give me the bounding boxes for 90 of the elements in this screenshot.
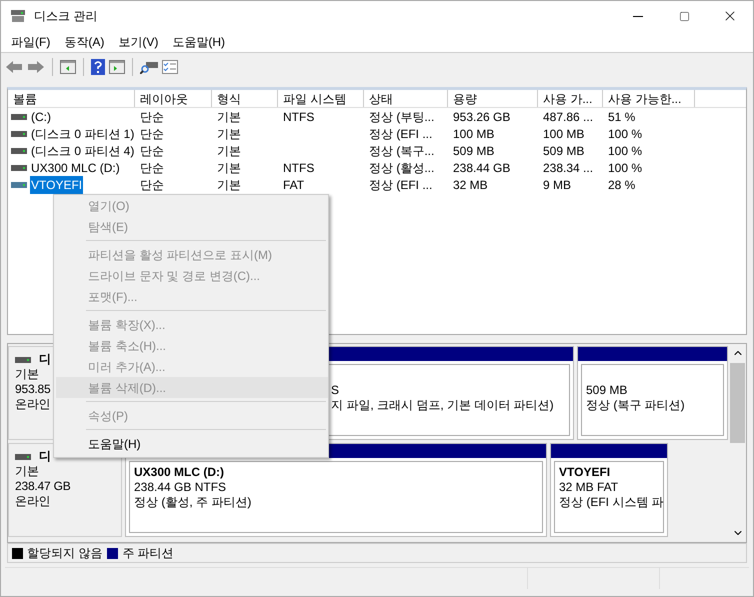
menu-item[interactable]: 동작(A) — [57, 32, 112, 50]
menu-item[interactable]: 파일(F) — [4, 32, 58, 50]
partition-detail: S — [331, 383, 340, 398]
app-icon — [10, 9, 26, 23]
drive-icon — [11, 164, 27, 172]
partition-detail: 32 MB FAT — [559, 480, 620, 495]
table-cell: 100 MB — [453, 126, 494, 140]
table-cell: 32 MB — [453, 178, 488, 192]
drive-icon — [15, 452, 31, 460]
disk-label: 디 — [39, 449, 51, 464]
back-icon[interactable] — [5, 60, 23, 74]
table-cell: 기본 — [217, 160, 241, 174]
partition-detail: 238.44 GB NTFS — [134, 480, 228, 495]
table-cell: 정상 (복구... — [369, 144, 434, 158]
table-cell: 509 MB — [543, 144, 584, 158]
table-cell: 정상 (부팅... — [369, 110, 434, 124]
disk-type: 기본 — [15, 464, 39, 479]
disk-size: 953.85 — [15, 382, 51, 397]
panel-icon[interactable] — [109, 60, 125, 74]
table-cell: 기본 — [217, 126, 241, 140]
drive-icon — [15, 356, 31, 364]
volume-name[interactable]: UX300 MLC (D:) — [30, 158, 121, 176]
table-cell: 509 MB — [453, 144, 494, 158]
table-cell: 단순 — [140, 110, 164, 124]
disk-label: 디 — [39, 352, 51, 367]
legend-label: 주 파티션 — [122, 545, 174, 562]
drive-icon — [11, 112, 27, 120]
partition-block[interactable]: VTOYEFI 32 MB FAT 정상 (EFI 시스템 파 — [550, 443, 668, 537]
table-cell: 100 % — [608, 160, 642, 174]
partition-name: UX300 MLC (D:) — [134, 465, 226, 480]
table-cell: 100 % — [608, 126, 642, 140]
checklist-icon[interactable] — [162, 60, 178, 74]
volume-name[interactable]: VTOYEFI — [30, 176, 84, 194]
legend-label: 할당되지 않음 — [27, 545, 102, 562]
window-title: 디스크 관리 — [34, 8, 98, 25]
disk-type: 기본 — [15, 367, 39, 382]
disk-status: 온라인 — [15, 397, 50, 412]
table-cell: 238.34 ... — [543, 160, 594, 174]
table-cell: 953.26 GB — [453, 110, 510, 124]
table-cell: 51 % — [608, 110, 636, 124]
table-cell: 단순 — [140, 126, 164, 140]
table-cell: 단순 — [140, 144, 164, 158]
disk-status: 온라인 — [15, 494, 50, 509]
table-cell: 100 MB — [543, 126, 584, 140]
menu-item[interactable]: 도움말(H) — [165, 32, 232, 50]
forward-icon[interactable] — [27, 60, 45, 74]
drive-icon — [11, 180, 27, 188]
table-cell: NTFS — [283, 110, 314, 124]
partition-name: VTOYEFI — [559, 465, 612, 480]
table-cell: 238.44 GB — [453, 160, 510, 174]
column-header[interactable]: 상태 — [364, 90, 448, 107]
partition-detail: 509 MB — [586, 383, 628, 398]
maximize-icon — [678, 10, 690, 22]
panel-icon[interactable] — [60, 60, 76, 74]
column-header[interactable]: 볼륨 — [8, 90, 135, 107]
table-cell: NTFS — [283, 160, 314, 174]
column-header[interactable]: 사용 가... — [538, 90, 603, 107]
table-cell: 9 MB — [543, 178, 572, 192]
scrollbar[interactable] — [729, 344, 746, 542]
column-header[interactable]: 용량 — [448, 90, 538, 107]
partition-status: 정상 (활성, 주 파티션) — [134, 495, 252, 510]
partition-status: 정상 (복구 파티션) — [586, 398, 686, 413]
drive-icon — [11, 130, 27, 138]
drive-icon — [11, 146, 27, 154]
partition-block[interactable]: 509 MB 정상 (복구 파티션) — [577, 346, 728, 440]
volume-name[interactable]: (디스크 0 파티션 1) — [30, 124, 136, 142]
partition-status: 지 파일, 크래시 덤프, 기본 데이터 파티션) — [331, 398, 555, 413]
drive-search-icon[interactable] — [140, 60, 158, 74]
table-cell: 단순 — [140, 160, 164, 174]
menu-item[interactable]: 보기(V) — [111, 32, 166, 50]
table-cell: 기본 — [217, 110, 241, 124]
help-icon[interactable] — [91, 59, 105, 75]
column-header[interactable]: 형식 — [212, 90, 278, 107]
table-cell: 단순 — [140, 178, 164, 192]
volume-name[interactable]: (C:) — [30, 108, 52, 126]
table-cell: 28 % — [608, 178, 636, 192]
column-header[interactable]: 레이아웃 — [135, 90, 212, 107]
table-cell: FAT — [283, 178, 304, 192]
table-cell: 100 % — [608, 144, 642, 158]
volume-name[interactable]: (디스크 0 파티션 4) — [30, 142, 136, 160]
partition-status: 정상 (EFI 시스템 파 — [559, 495, 663, 510]
table-cell: 기본 — [217, 178, 241, 192]
table-cell: 487.86 ... — [543, 110, 594, 124]
table-cell: 기본 — [217, 144, 241, 158]
table-cell: 정상 (활성... — [369, 160, 434, 174]
table-cell: 정상 (EFI ... — [369, 126, 432, 140]
column-header[interactable]: 사용 가능한... — [603, 90, 695, 107]
table-cell: 정상 (EFI ... — [369, 178, 432, 192]
disk-size: 238.47 GB — [15, 479, 71, 494]
column-header[interactable]: 파일 시스템 — [278, 90, 364, 107]
